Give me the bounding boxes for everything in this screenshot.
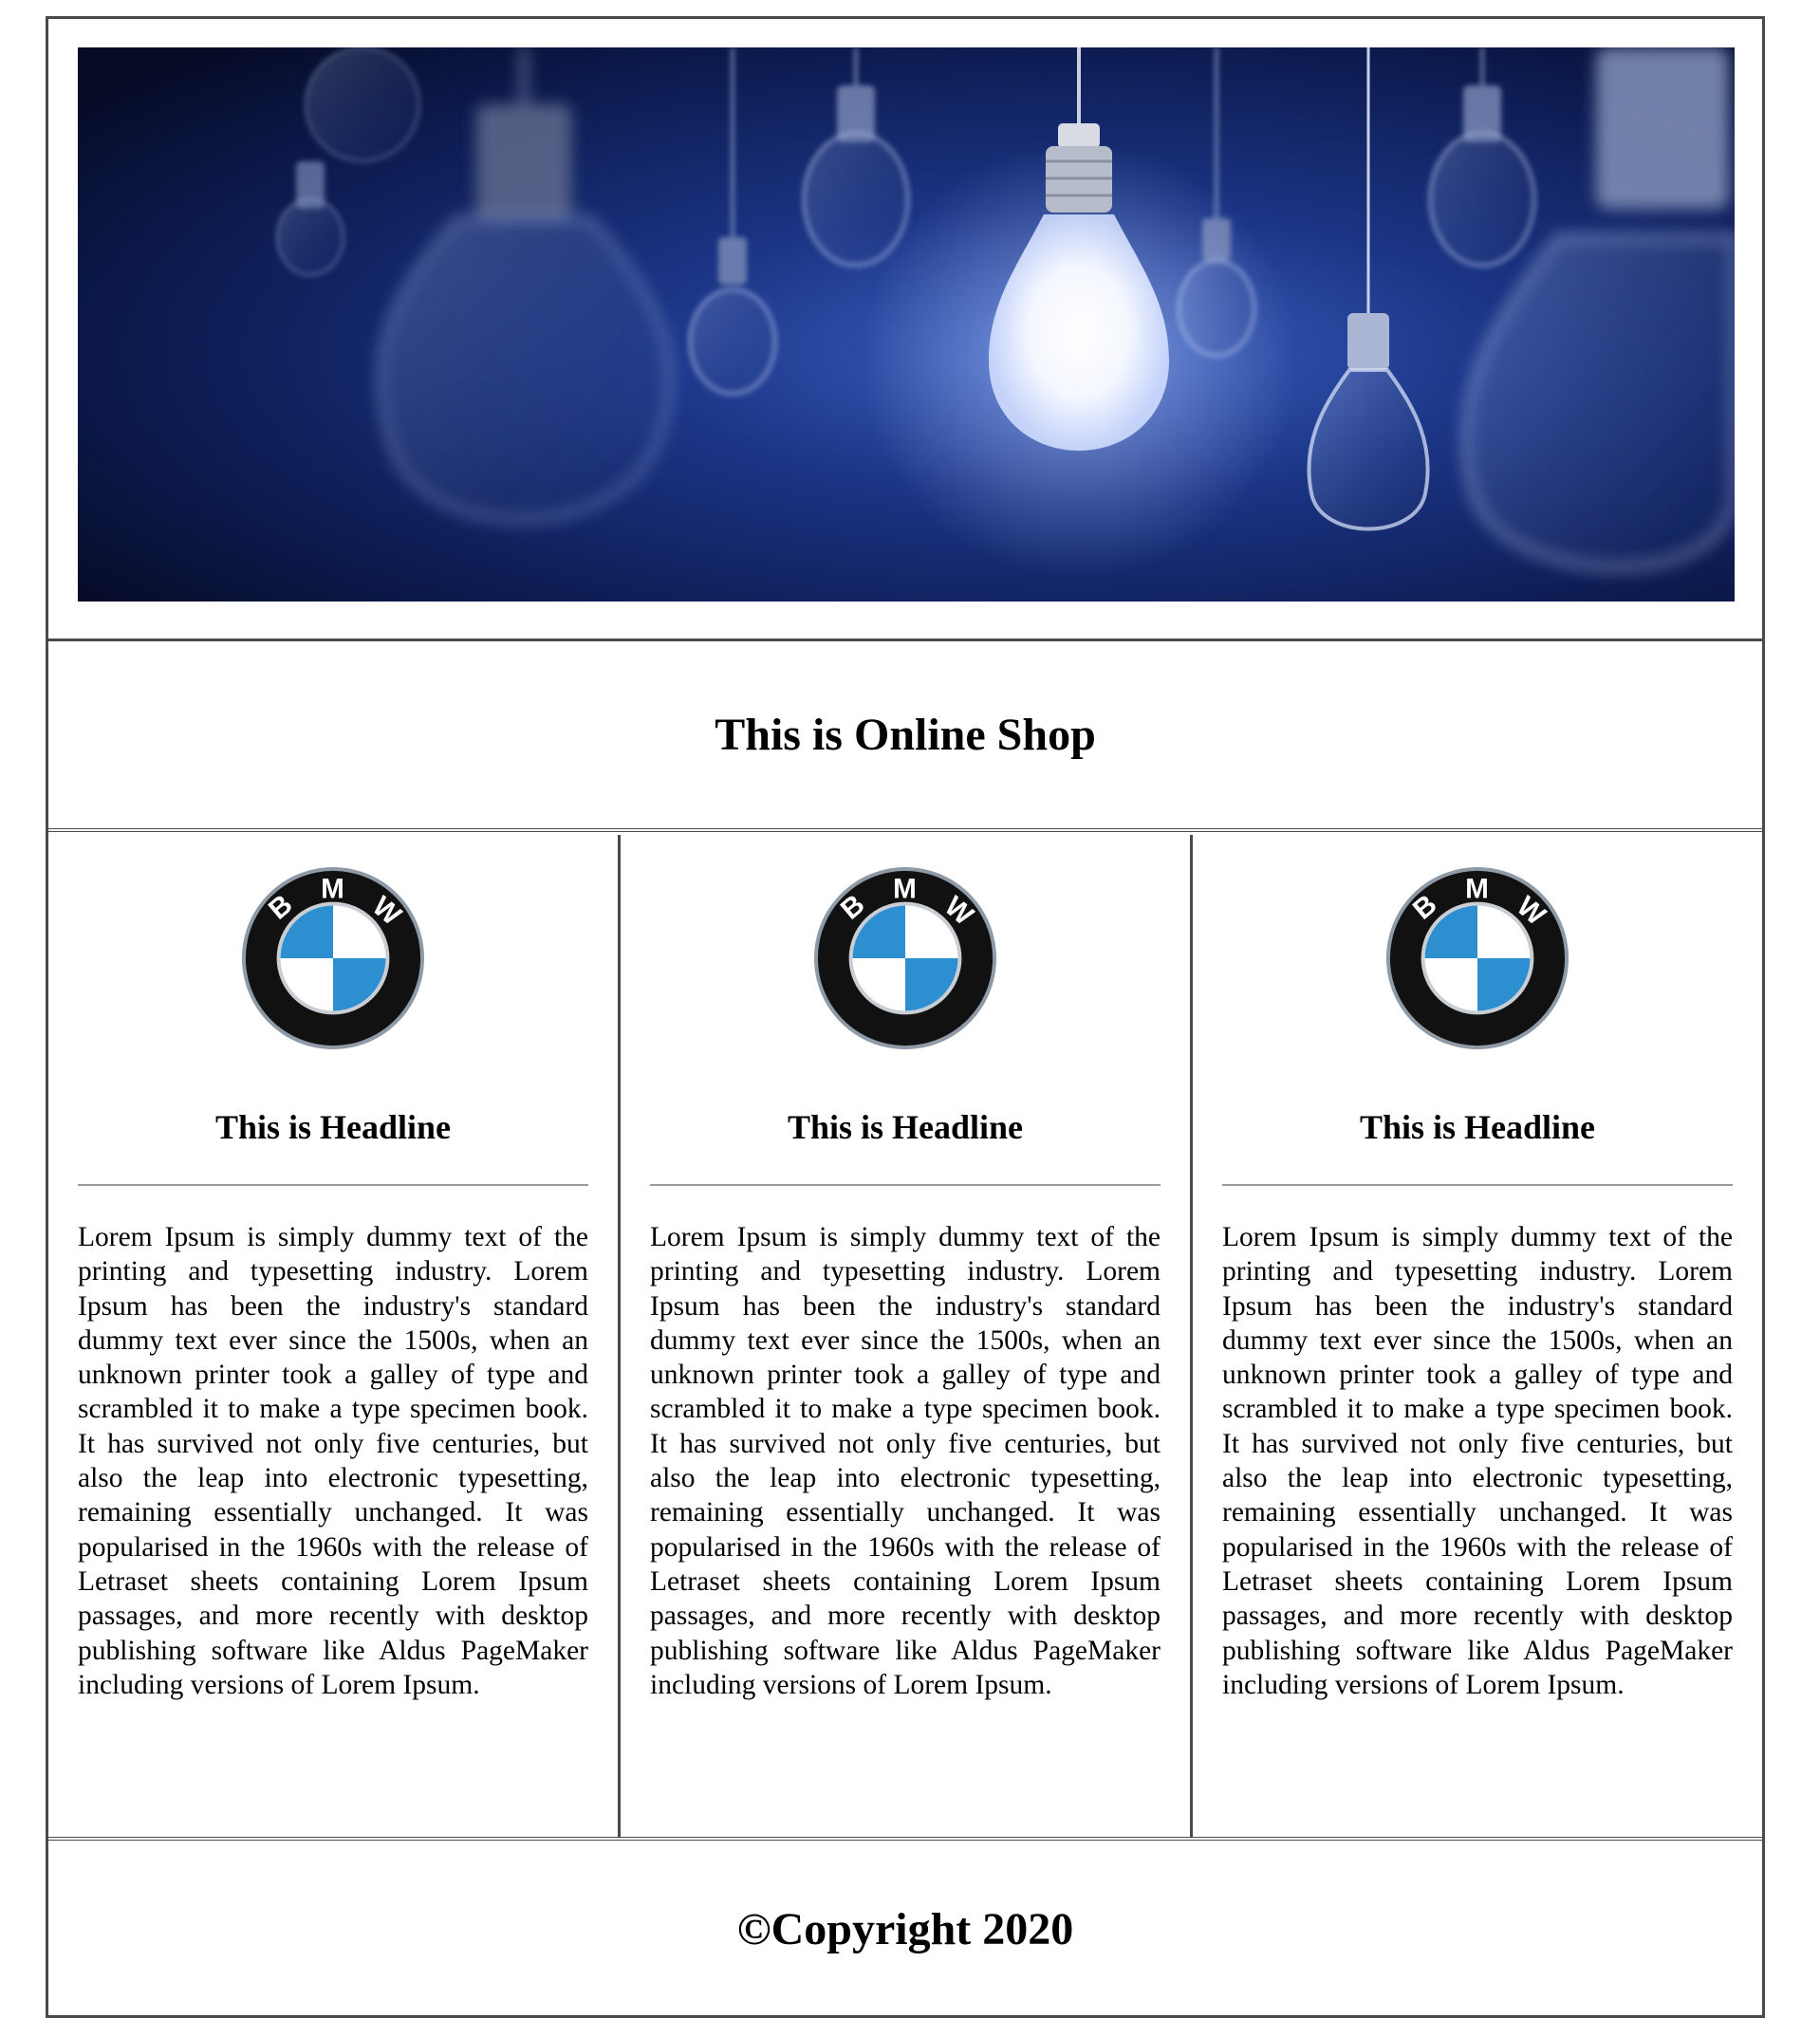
title-section: This is Online Shop (48, 641, 1762, 832)
cards-section: B M W This is Headline Lorem Ipsum is si… (48, 835, 1762, 1841)
card-body-text: Lorem Ipsum is simply dummy text of the … (78, 1222, 588, 1700)
product-card: B M W This is Headline Lorem Ipsum is si… (1193, 835, 1762, 1837)
page-frame: This is Online Shop B M W This is Headli… (46, 16, 1765, 2018)
bmw-logo: B M W (1385, 866, 1569, 1050)
card-headline: This is Headline (787, 1108, 1024, 1146)
bmw-logo: B M W (813, 866, 997, 1050)
light-bulbs-image (78, 47, 1735, 602)
card-body-text: Lorem Ipsum is simply dummy text of the … (1222, 1222, 1733, 1700)
card-divider (78, 1184, 588, 1186)
copyright-text: ©Copyright 2020 (736, 1904, 1074, 1954)
card-divider (650, 1184, 1161, 1186)
card-divider (1222, 1184, 1733, 1186)
footer-section: ©Copyright 2020 (48, 1841, 1762, 2018)
svg-text:M: M (1465, 874, 1489, 905)
svg-text:M: M (893, 874, 917, 905)
product-card: B M W This is Headline Lorem Ipsum is si… (48, 835, 621, 1837)
card-headline: This is Headline (214, 1108, 452, 1146)
card-headline: This is Headline (1359, 1108, 1596, 1146)
product-card: B M W This is Headline Lorem Ipsum is si… (621, 835, 1193, 1837)
svg-text:M: M (321, 874, 344, 905)
bmw-logo: B M W (241, 866, 425, 1050)
card-body-text: Lorem Ipsum is simply dummy text of the … (650, 1222, 1161, 1700)
hanging-light-bulbs-banner (78, 47, 1735, 602)
page-title: This is Online Shop (715, 710, 1096, 760)
banner-section (48, 19, 1762, 641)
